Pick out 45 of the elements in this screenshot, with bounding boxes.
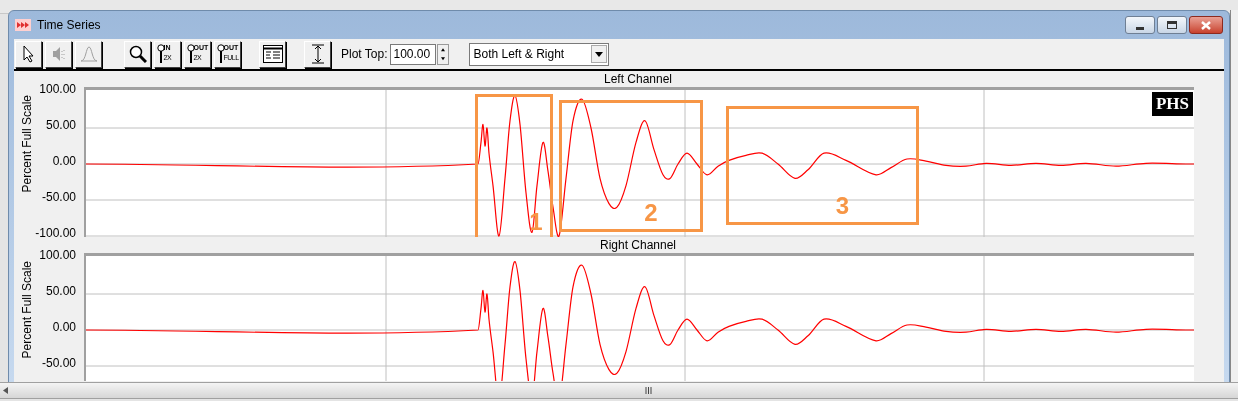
close-button[interactable] [1189, 16, 1223, 34]
toolbar-button[interactable] [15, 40, 42, 68]
y-tick-label: 100.00 [39, 83, 76, 95]
spinner-control[interactable] [437, 43, 450, 65]
plot-top-label: Plot Top: [341, 46, 388, 63]
vertical-arrows-icon [310, 44, 325, 64]
annotation-number: 3 [835, 192, 850, 220]
y-tick-label: 50.00 [45, 285, 76, 297]
y-tick-label: 0.00 [52, 155, 76, 167]
channel-title: Left Channel [603, 71, 673, 87]
y-tick-label: 50.00 [45, 119, 76, 131]
y-tick-label: -50.00 [41, 191, 76, 203]
y-tick-label: 100.00 [39, 249, 76, 261]
logo-badge: PHS [1151, 92, 1193, 116]
y-axis-title: Percent Full Scale [20, 95, 34, 193]
magnifier-icon [216, 44, 225, 64]
y-tick-label: -50.00 [41, 357, 76, 369]
toolbar-button[interactable] [304, 40, 331, 68]
plot-top-field[interactable]: 100.00 [390, 43, 437, 65]
magnifier-icon [186, 44, 195, 64]
y-axis-title: Percent Full Scale [20, 261, 34, 359]
minimize-icon [1136, 27, 1144, 30]
pointer-icon [22, 45, 35, 63]
horizontal-scrollbar[interactable] [0, 382, 1238, 399]
legend-icon [262, 45, 283, 63]
toolbar-button[interactable] [124, 40, 151, 68]
maximize-button[interactable] [1157, 16, 1187, 34]
y-tick-label: -100.00 [35, 227, 76, 239]
toolbar-button[interactable] [259, 40, 286, 68]
minimize-button[interactable] [1125, 16, 1155, 34]
caret-icon [595, 51, 604, 57]
grip-icon [645, 387, 652, 394]
app-icon [15, 19, 31, 31]
window-title: Time Series [37, 17, 101, 34]
magnifier-icon [156, 44, 165, 64]
maximize-icon [1167, 21, 1177, 29]
channel-dropdown[interactable]: Both Left & Right [469, 42, 610, 66]
scroll-left-arrow-icon [3, 387, 8, 394]
y-tick-label: 0.00 [52, 321, 76, 333]
close-icon [1201, 20, 1211, 30]
speaker-icon [51, 46, 66, 62]
channel-title: Right Channel [599, 237, 677, 253]
peak-curve-icon [79, 46, 98, 62]
search-icon [128, 45, 147, 63]
annotation-number: 2 [644, 199, 658, 227]
